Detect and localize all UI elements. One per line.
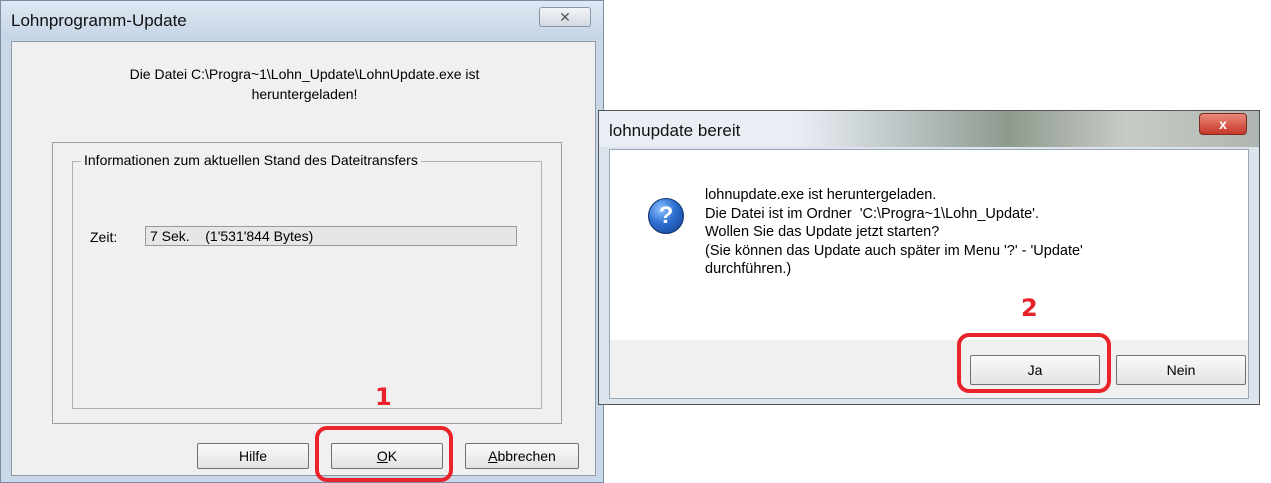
window-title: Lohnprogramm-Update	[11, 11, 187, 30]
ok-highlight-annotation	[315, 426, 453, 482]
message-line: lohnupdate.exe ist heruntergeladen.	[705, 187, 937, 203]
question-icon: ?	[648, 198, 684, 234]
annotation-number-2: 2	[1021, 294, 1038, 322]
window-title: lohnupdate bereit	[609, 121, 741, 140]
dialog-client-area: ? lohnupdate.exe ist heruntergeladen. Di…	[609, 149, 1249, 399]
message-line: (Sie können das Update auch später im Me…	[705, 242, 1083, 259]
dialog-client-area: Die Datei C:\Progra~1\Lohn_Update\LohnUp…	[11, 41, 596, 476]
no-button[interactable]: Nein	[1116, 355, 1246, 385]
close-button[interactable]: x	[1199, 113, 1247, 135]
update-dialog-window: Lohnprogramm-Update ✕ Die Datei C:\Progr…	[0, 0, 604, 483]
group-label: Informationen zum aktuellen Stand des Da…	[81, 152, 421, 168]
confirm-message: lohnupdate.exe ist heruntergeladen. Die …	[705, 186, 1083, 279]
message-line: Wollen Sie das Update jetzt starten?	[705, 224, 940, 240]
help-button-label: Hilfe	[238, 448, 267, 464]
close-icon: ✕	[559, 9, 571, 25]
info-panel: Informationen zum aktuellen Stand des Da…	[52, 142, 562, 424]
time-field: 7 Sek. (1'531'844 Bytes)	[145, 226, 517, 246]
no-button-label: Nein	[1166, 362, 1196, 378]
yes-highlight-annotation	[957, 333, 1111, 393]
message-line: Die Datei ist im Ordner 'C:\Progra~1\Loh…	[705, 205, 1039, 222]
download-message: Die Datei C:\Progra~1\Lohn_Update\LohnUp…	[12, 64, 597, 104]
transfer-info-group: Informationen zum aktuellen Stand des Da…	[72, 152, 542, 409]
message-line: heruntergeladen!	[251, 86, 358, 102]
title-bar[interactable]: lohnupdate bereit x	[599, 111, 1259, 147]
message-line: durchführen.)	[705, 261, 792, 277]
cancel-label-rest: bbrechen	[497, 448, 556, 464]
time-label: Zeit:	[90, 229, 118, 245]
message-line: Die Datei C:\Progra~1\Lohn_Update\LohnUp…	[129, 66, 480, 82]
button-bar: Ja Nein	[610, 340, 1248, 398]
cancel-button[interactable]: Abbrechen	[465, 443, 579, 469]
close-button[interactable]: ✕	[539, 7, 591, 27]
annotation-number-1: 1	[375, 383, 392, 411]
title-bar[interactable]: Lohnprogramm-Update ✕	[1, 1, 603, 39]
confirm-dialog-window: lohnupdate bereit x ? lohnupdate.exe ist…	[598, 110, 1260, 405]
close-icon: x	[1219, 116, 1227, 132]
button-bar: Hilfe OK Abbrechen	[12, 437, 595, 475]
help-button[interactable]: Hilfe	[197, 443, 309, 469]
